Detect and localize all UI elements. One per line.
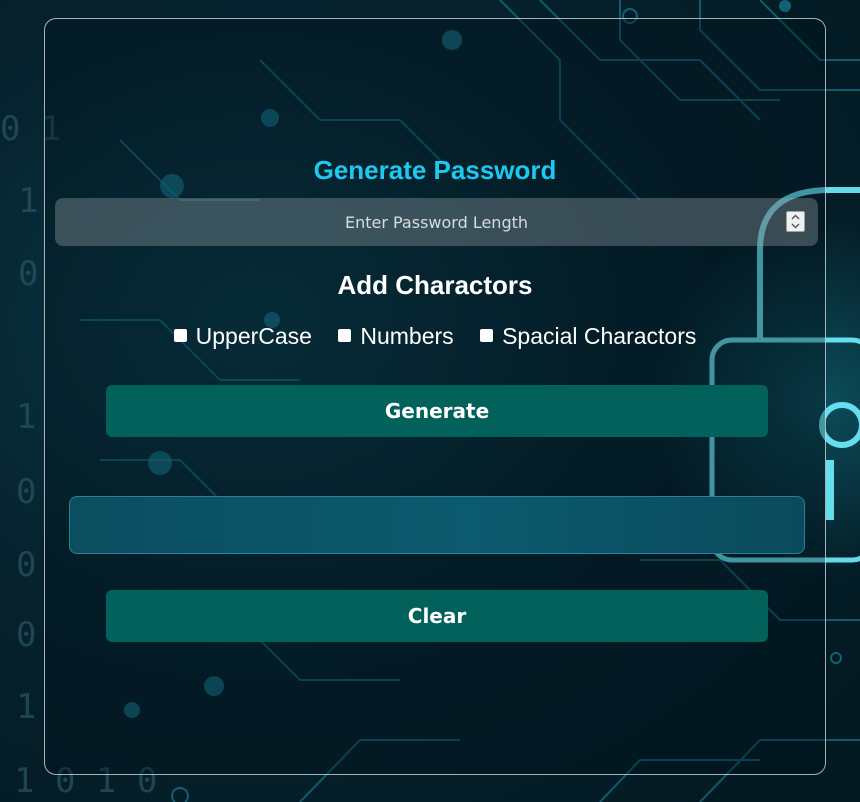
option-label: UpperCase	[195, 323, 312, 349]
option-special-characters[interactable]: Spacial Charactors	[480, 323, 696, 350]
password-length-field	[55, 198, 818, 246]
generate-button[interactable]: Generate	[106, 385, 768, 437]
password-length-input[interactable]	[55, 198, 818, 246]
option-label: Numbers	[360, 323, 454, 349]
numbers-checkbox[interactable]	[338, 329, 352, 343]
clear-button[interactable]: Clear	[106, 590, 768, 642]
number-spinner-icon[interactable]	[786, 211, 805, 232]
character-options: UpperCase Numbers Spacial Charactors	[45, 323, 825, 350]
password-output-field[interactable]	[69, 496, 805, 554]
svg-text:1: 1	[18, 181, 38, 221]
svg-text:0: 0	[16, 472, 36, 512]
svg-text:1: 1	[16, 397, 36, 437]
option-numbers[interactable]: Numbers	[338, 323, 454, 350]
special-characters-checkbox[interactable]	[480, 329, 494, 343]
svg-text:0: 0	[18, 254, 38, 294]
svg-text:0: 0	[16, 545, 36, 585]
uppercase-checkbox[interactable]	[173, 329, 187, 343]
add-characters-heading: Add Charactors	[337, 270, 533, 300]
svg-text:1: 1	[16, 687, 36, 727]
option-label: Spacial Charactors	[502, 323, 697, 349]
svg-text:0: 0	[16, 615, 36, 655]
password-generator-card: Generate Password Add Charactors UpperCa…	[44, 18, 826, 775]
page-title: Generate Password	[313, 155, 557, 185]
option-uppercase[interactable]: UpperCase	[173, 323, 312, 350]
